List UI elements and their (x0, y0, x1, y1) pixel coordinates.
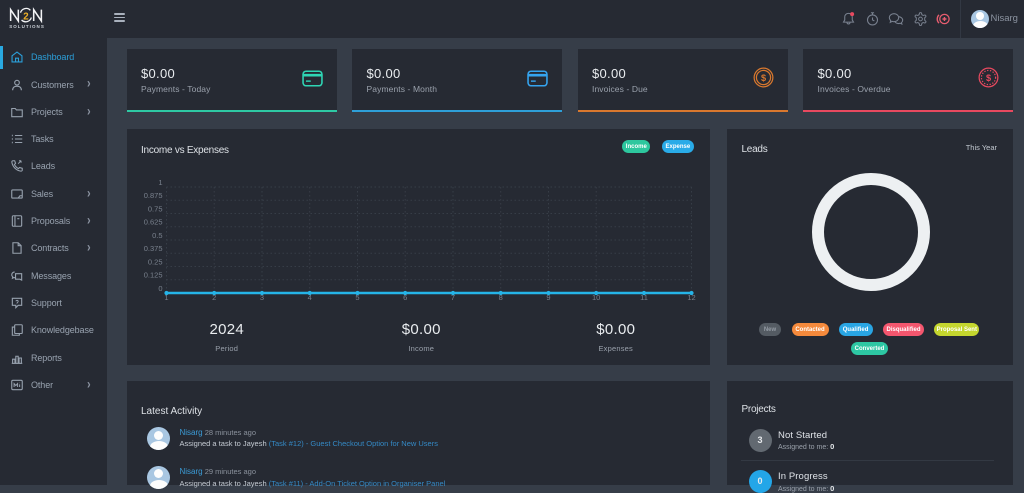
svg-text:$: $ (760, 73, 765, 83)
svg-text:0.75: 0.75 (147, 204, 162, 213)
svg-text:0.625: 0.625 (143, 217, 162, 226)
svg-text:2: 2 (23, 11, 28, 22)
svg-text:0.125: 0.125 (143, 270, 162, 279)
svg-text:0: 0 (158, 284, 162, 293)
svg-text:$: $ (986, 73, 991, 83)
svg-text:0.375: 0.375 (143, 244, 162, 253)
svg-text:1: 1 (158, 178, 162, 187)
svg-text:0.875: 0.875 (143, 191, 162, 200)
svg-text:0.25: 0.25 (147, 257, 162, 266)
svg-text:0.5: 0.5 (152, 231, 162, 240)
